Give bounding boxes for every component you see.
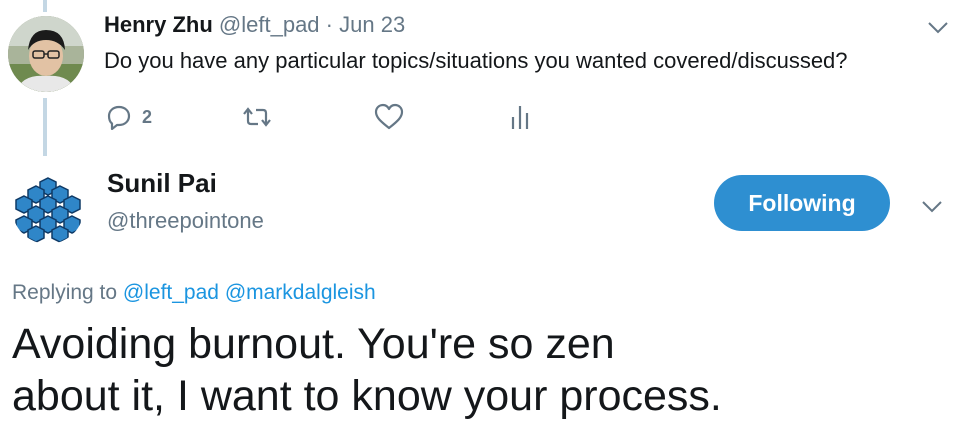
following-button[interactable]: Following <box>714 175 890 231</box>
like-button[interactable] <box>374 100 404 134</box>
replying-to: Replying to @left_pad @markdalgleish <box>12 281 376 305</box>
tweet-text-line: Avoiding burnout. You're so zen <box>12 320 615 368</box>
retweet-icon <box>243 107 271 127</box>
like-icon <box>374 103 404 130</box>
chevron-down-icon[interactable] <box>920 196 944 216</box>
reply-separator: · <box>325 12 333 37</box>
reply-date[interactable]: Jun 23 <box>339 12 405 37</box>
author-handle[interactable]: @threepointone <box>107 208 264 234</box>
reply-icon <box>107 105 131 130</box>
reply-author-name[interactable]: Henry Zhu <box>104 12 213 37</box>
thread-line <box>43 98 47 156</box>
reply-author-handle[interactable]: @left_pad <box>219 12 320 37</box>
reply-count: 2 <box>142 106 153 127</box>
reply-header: Henry Zhu @left_pad · Jun 23 <box>104 12 405 38</box>
blue-cubes-avatar-icon <box>12 172 84 244</box>
replying-to-label: Replying to <box>12 281 118 304</box>
mention-link[interactable]: @left_pad <box>123 281 219 304</box>
chevron-down-icon[interactable] <box>926 17 950 37</box>
thread-line-top <box>43 0 47 12</box>
person-photo-avatar-icon <box>8 16 84 92</box>
avatar[interactable] <box>8 16 84 92</box>
tweet-text-line: about it, I want to know your process. <box>12 372 722 420</box>
analytics-icon <box>511 106 529 129</box>
author-name[interactable]: Sunil Pai <box>107 168 217 199</box>
tweet-text: Avoiding burnout. You're so zen about it… <box>12 318 942 422</box>
reply-button[interactable]: 2 <box>106 100 152 134</box>
retweet-button[interactable] <box>242 100 272 134</box>
avatar[interactable] <box>12 172 84 244</box>
reply-text: Do you have any particular topics/situat… <box>104 48 848 73</box>
mention-link[interactable]: @markdalgleish <box>225 281 376 304</box>
analytics-button[interactable] <box>508 100 532 134</box>
